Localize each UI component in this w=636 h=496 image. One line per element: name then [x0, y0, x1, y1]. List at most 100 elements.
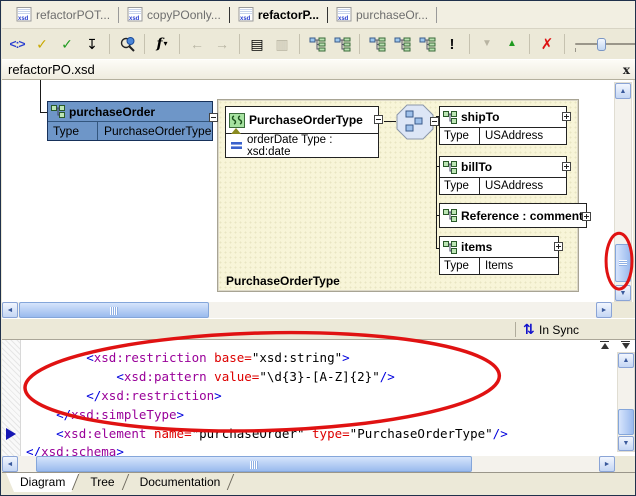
element-name: purchaseOrder [69, 105, 155, 119]
element-box-reference[interactable]: Reference : comment [439, 203, 587, 228]
row-label: Type [440, 258, 480, 274]
code-vertical-scrollbar[interactable]: ▲ ▼ [617, 352, 635, 452]
print-icon[interactable]: ▥ [271, 33, 293, 55]
insert-element-icon[interactable] [366, 33, 388, 55]
back-icon[interactable]: ← [186, 33, 208, 55]
forward-icon[interactable]: → [211, 33, 233, 55]
expand-handle[interactable] [562, 112, 571, 121]
complextype-container[interactable]: PurchaseOrderType PurchaseOrderType orde… [217, 99, 579, 292]
element-box-purchaseorder[interactable]: purchaseOrder Type PurchaseOrderType [47, 101, 213, 141]
splitter-controls [598, 341, 632, 350]
tab-diagram[interactable]: Diagram [6, 473, 79, 492]
file-tab-bar: xsd refactorPOT... xsd copyPOonly... xsd… [2, 1, 636, 29]
expand-handle[interactable] [554, 242, 563, 251]
find-icon[interactable] [116, 33, 138, 55]
validate-icon[interactable]: ✓ [56, 33, 78, 55]
derived-triangle-icon [231, 128, 241, 134]
scroll-right-button[interactable]: ► [596, 302, 612, 318]
sequence-compositor-icon[interactable] [396, 104, 434, 140]
reorder-element-icon[interactable] [416, 33, 438, 55]
add-child-element-icon[interactable] [331, 33, 353, 55]
code-line: </xsd:schema> [26, 444, 124, 456]
view-tab-bar: Diagram Tree Documentation [2, 472, 636, 496]
toolbar-separator [179, 34, 180, 54]
element-box-billto[interactable]: billTo Type USAddress [439, 156, 567, 195]
element-name: billTo [461, 160, 492, 174]
tab-separator [436, 7, 437, 23]
scrollbar-thumb[interactable] [615, 244, 631, 282]
error-check-icon[interactable]: ! [441, 33, 463, 55]
schema-diagram-panel[interactable]: purchaseOrder Type PurchaseOrderType Pur… [2, 80, 633, 302]
app-window: xsd refactorPOT... xsd copyPOonly... xsd… [0, 0, 636, 496]
element-icon [443, 161, 458, 174]
scrollbar-thumb[interactable] [19, 302, 209, 318]
element-name: Reference : comment [461, 209, 583, 223]
scroll-up-button[interactable]: ▲ [615, 83, 631, 99]
move-down-icon[interactable]: ▼ [476, 33, 498, 55]
row-label: Type [48, 122, 98, 140]
scroll-up-button[interactable]: ▲ [618, 353, 634, 368]
scroll-left-button[interactable]: ◄ [2, 302, 18, 318]
element-icon [443, 111, 458, 124]
preview-icon[interactable]: ▤ [246, 33, 268, 55]
code-line: </xsd:simpleType> [26, 407, 184, 422]
scroll-down-button[interactable]: ▼ [618, 436, 634, 451]
markup-tools-icon[interactable]: <:> [6, 33, 28, 55]
row-label: Type [440, 178, 480, 194]
move-up-icon[interactable]: ▲ [501, 33, 523, 55]
collapse-handle[interactable] [209, 113, 218, 122]
file-tab-refactorpot[interactable]: xsd refactorPOT... [8, 4, 118, 26]
scrollbar-thumb[interactable] [36, 456, 472, 472]
scroll-left-button[interactable]: ◄ [2, 456, 18, 472]
row-value: USAddress [480, 180, 543, 192]
append-element-icon[interactable] [391, 33, 413, 55]
collapse-handle[interactable] [374, 115, 383, 124]
toolbar-separator [359, 34, 360, 54]
tab-documentation[interactable]: Documentation [126, 473, 235, 492]
zoom-slider-thumb[interactable] [597, 38, 606, 51]
connector-line [40, 80, 41, 112]
code-line: <xsd:element name="purchaseOrder" type="… [26, 426, 508, 441]
file-tab-label: refactorP... [258, 8, 319, 22]
xml-source-panel[interactable]: <xsd:restriction base="xsd:string"> <xsd… [2, 340, 636, 456]
scrollbar-thumb[interactable] [618, 409, 634, 435]
complextype-box-purchaseordertype[interactable]: PurchaseOrderType orderDate Type : xsd:d… [225, 106, 379, 158]
element-icon [443, 209, 458, 222]
element-box-items[interactable]: items Type Items [439, 236, 559, 275]
function-menu-icon[interactable]: f▾ [151, 33, 173, 55]
file-tab-refactorp-active[interactable]: xsd refactorP... [230, 4, 327, 26]
expand-handle[interactable] [562, 162, 571, 171]
xsd-file-icon: xsd [238, 7, 254, 22]
divider [515, 322, 516, 337]
document-title-bar: refactorPO.xsd x [2, 59, 636, 80]
code-horizontal-scrollbar[interactable]: ◄ ► [2, 456, 615, 472]
scroll-down-button[interactable]: ▼ [615, 285, 631, 301]
code-line: </xsd:restriction> [26, 388, 222, 403]
zoom-slider[interactable] [571, 35, 636, 53]
in-sync-icon: ⇅ [523, 321, 535, 338]
svg-text:xsd: xsd [129, 16, 140, 22]
scroll-right-button[interactable]: ► [599, 456, 615, 472]
file-tab-purchaseor[interactable]: xsd purchaseOr... [328, 4, 436, 26]
diagram-horizontal-scrollbar[interactable]: ◄ ► [2, 302, 612, 318]
diagram-vertical-scrollbar[interactable]: ▲ ▼ [614, 82, 632, 302]
toolbar-separator [469, 34, 470, 54]
expand-handle[interactable] [582, 212, 591, 221]
file-tab-copypoonly[interactable]: xsd copyPOonly... [119, 4, 229, 26]
element-box-shipto[interactable]: shipTo Type USAddress [439, 106, 567, 145]
check-wellformed-icon[interactable]: ✓ [31, 33, 53, 55]
document-title: refactorPO.xsd [8, 62, 95, 77]
collapse-up-icon[interactable] [598, 341, 611, 350]
delete-icon[interactable]: ✗ [536, 33, 558, 55]
connector-line [384, 121, 396, 122]
collapse-pane-icon[interactable]: x [623, 63, 630, 77]
xsd-file-icon: xsd [16, 7, 32, 22]
main-toolbar: <:> ✓ ✓ ↧ f▾ ← → ▤ ▥ ! ▼ ▲ ✗ [2, 29, 636, 59]
xsd-file-icon: xsd [127, 7, 143, 22]
collapse-down-icon[interactable] [619, 341, 632, 350]
element-icon [51, 105, 66, 118]
show-in-diagram-icon[interactable] [306, 33, 328, 55]
save-structure-icon[interactable]: ↧ [81, 33, 103, 55]
compositor-handle[interactable] [430, 117, 439, 126]
container-label: PurchaseOrderType [226, 274, 340, 288]
